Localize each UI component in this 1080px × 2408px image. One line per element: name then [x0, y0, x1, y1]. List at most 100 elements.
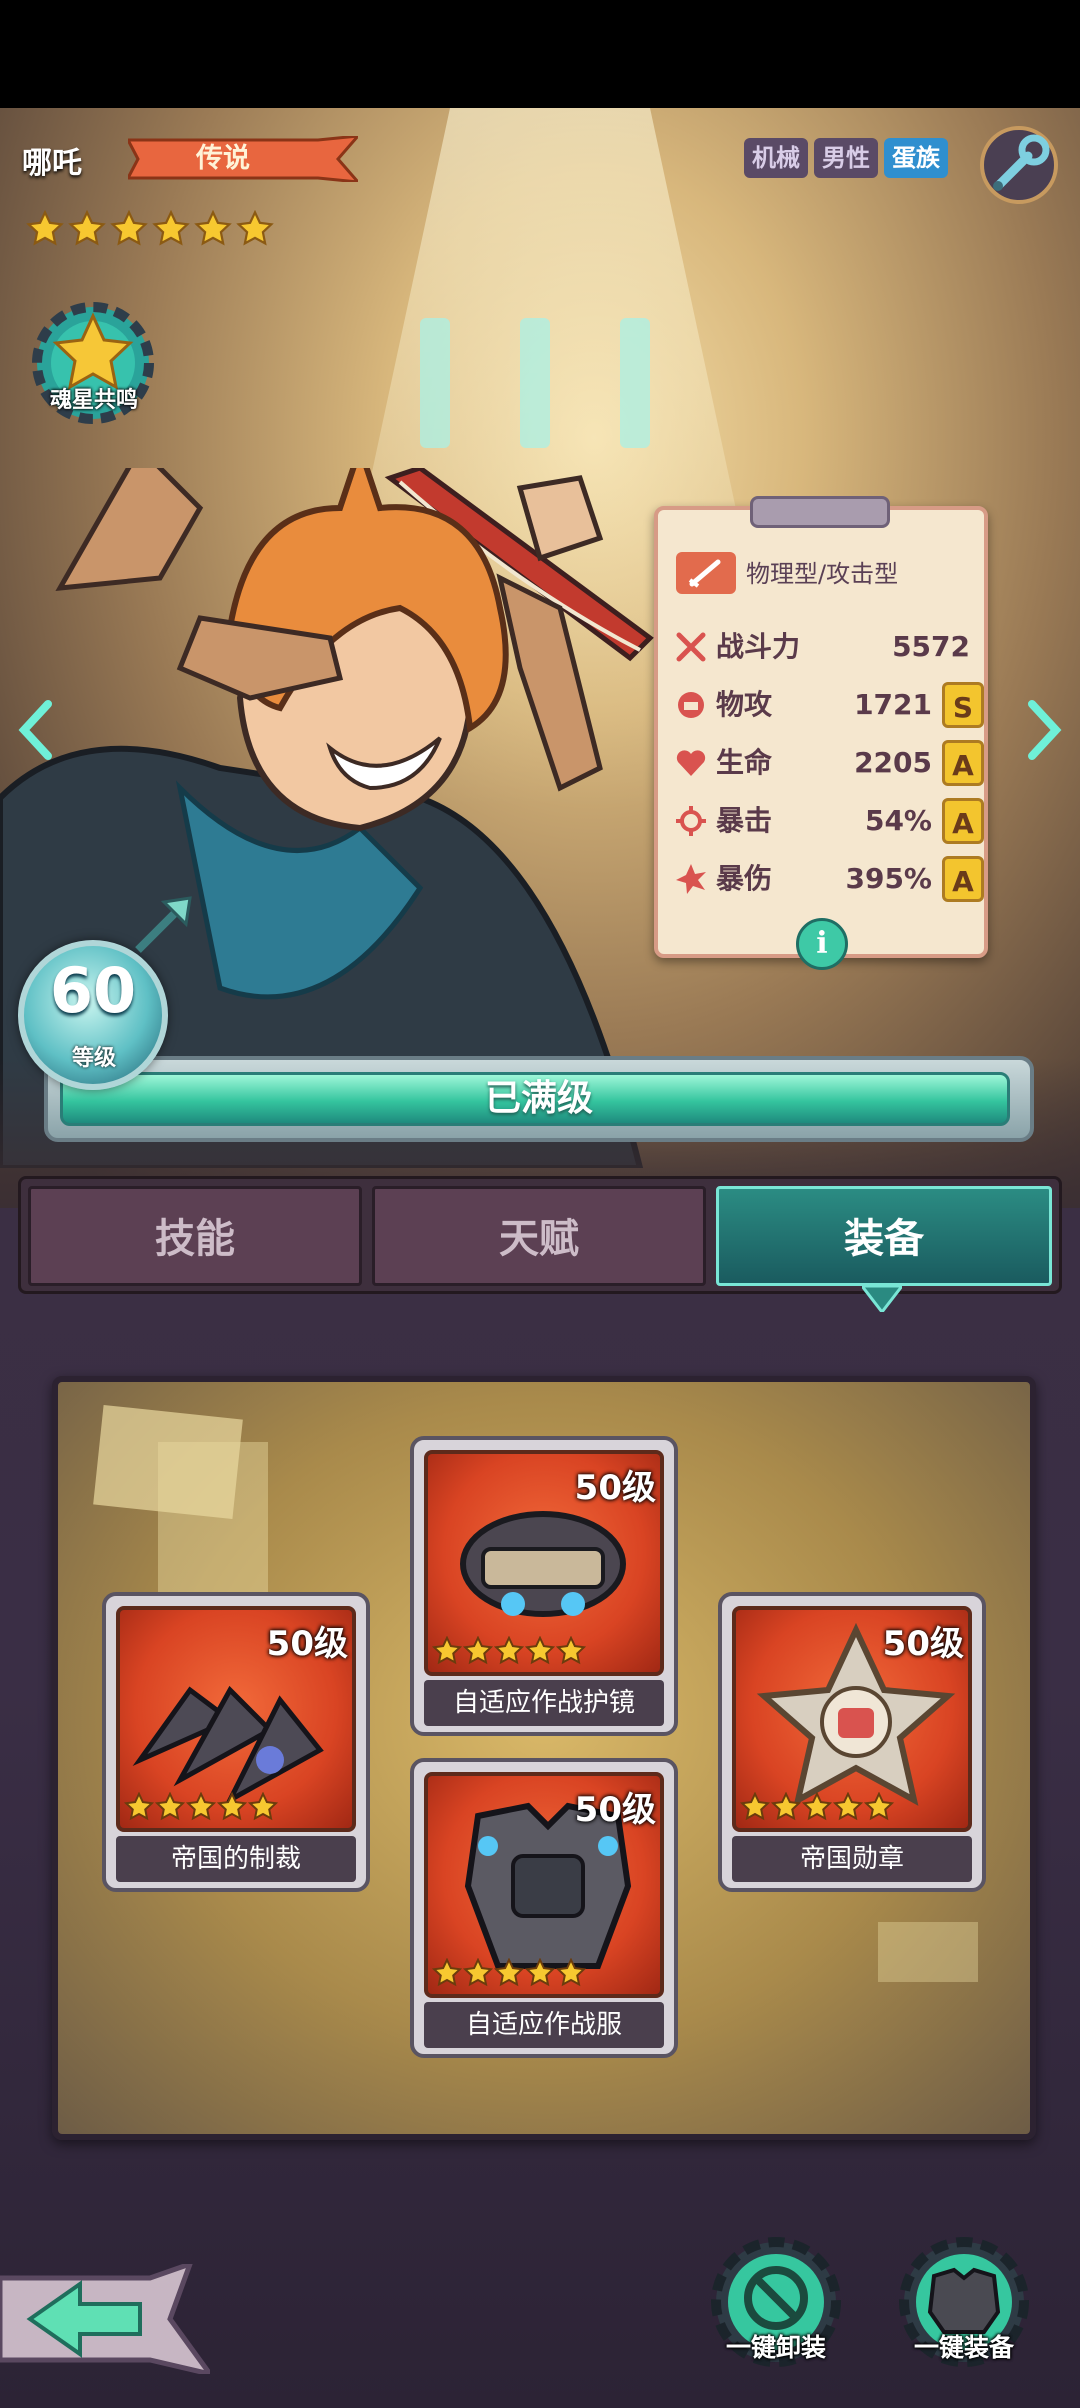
star-icon	[740, 1792, 770, 1821]
star-icon	[124, 1792, 154, 1821]
stat-row-crit: 暴击 54% A	[674, 794, 984, 848]
rarity-banner: 传说	[128, 136, 358, 182]
soul-resonance-label: 魂星共鸣	[49, 388, 138, 413]
star-icon	[494, 1958, 524, 1987]
stat-grade-badge: A	[942, 856, 984, 902]
rarity-label: 传说	[196, 143, 250, 174]
star-icon	[802, 1792, 832, 1821]
tab-equipment[interactable]: 装备	[716, 1186, 1052, 1286]
star-icon	[110, 210, 148, 246]
level-number: 60	[49, 954, 137, 1027]
item-stars	[124, 1792, 278, 1822]
star-icon	[525, 1636, 555, 1665]
info-button[interactable]: i	[796, 918, 848, 970]
star-icon	[432, 1636, 462, 1665]
item-stars	[740, 1792, 894, 1822]
hero-stars	[26, 210, 274, 250]
item-name: 帝国勋章	[732, 1836, 972, 1882]
explosion-icon	[676, 864, 706, 894]
tab-talents[interactable]: 天赋	[372, 1186, 706, 1286]
background-window	[620, 318, 650, 448]
stat-value: 395%	[845, 862, 932, 895]
item-name: 帝国的制裁	[116, 1836, 356, 1882]
equip-all-label: 一键装备	[913, 2333, 1014, 2362]
item-level: 50级	[574, 1468, 656, 1508]
clipboard-clip	[750, 496, 890, 528]
star-icon	[525, 1958, 555, 1987]
unequip-all-label: 一键卸装	[725, 2333, 826, 2362]
tab-skills[interactable]: 技能	[28, 1186, 362, 1286]
item-level: 50级	[882, 1624, 964, 1664]
star-icon	[68, 210, 106, 246]
star-icon	[26, 210, 64, 246]
star-icon	[833, 1792, 863, 1821]
star-icon	[556, 1958, 586, 1987]
wrench-icon	[993, 134, 1050, 191]
item-stars	[432, 1958, 586, 1988]
equip-slot-goggles[interactable]: 50级 自适应作战护镜	[410, 1436, 678, 1736]
hero-type-label: 物理型/攻击型	[746, 560, 899, 588]
stat-value: 2205	[854, 746, 932, 779]
tag-egg-race: 蛋族	[884, 138, 948, 178]
fist-icon	[678, 692, 704, 718]
tag-male: 男性	[814, 138, 878, 178]
stat-value: 1721	[854, 688, 932, 721]
item-stars	[432, 1636, 586, 1666]
stat-card: 物理型/攻击型 战斗力 5572 物攻 1721 S 生命 2205 A 暴击 …	[654, 496, 988, 970]
stat-name: 生命	[716, 746, 773, 779]
next-hero-arrow-icon[interactable]	[1024, 700, 1064, 760]
armor-icon	[927, 2267, 1001, 2334]
hero-type-row: 物理型/攻击型	[676, 548, 976, 598]
equip-slot-medal[interactable]: 50级 帝国勋章	[718, 1592, 986, 1892]
star-icon	[186, 1792, 216, 1821]
stat-row-crit-damage: 暴伤 395% A	[674, 852, 984, 906]
back-button[interactable]	[0, 2264, 210, 2374]
wrench-button[interactable]	[980, 126, 1058, 204]
status-bar	[0, 0, 1080, 108]
star-icon	[463, 1636, 493, 1665]
stat-name: 战斗力	[716, 630, 801, 663]
stat-grade-badge: A	[942, 740, 984, 786]
item-level: 50级	[574, 1790, 656, 1830]
prev-hero-arrow-icon[interactable]	[16, 700, 56, 760]
star-icon	[771, 1792, 801, 1821]
hero-name: 哪吒	[22, 146, 82, 181]
star-icon	[236, 210, 274, 246]
background-window	[420, 318, 450, 448]
equip-slot-weapon[interactable]: 50级 帝国的制裁	[102, 1592, 370, 1892]
star-icon	[248, 1792, 278, 1821]
arrow-up-icon	[135, 896, 192, 953]
equip-slot-armor[interactable]: 50级 自适应作战服	[410, 1758, 678, 2058]
item-level: 50级	[266, 1624, 348, 1664]
tab-pointer-icon	[862, 1286, 902, 1312]
stat-value: 5572	[892, 630, 970, 663]
stat-row-health: 生命 2205 A	[674, 736, 984, 790]
star-icon	[217, 1792, 247, 1821]
item-name: 自适应作战护镜	[424, 1680, 664, 1726]
star-icon	[463, 1958, 493, 1987]
stat-name: 暴伤	[716, 862, 773, 895]
level-label: 等级	[71, 1046, 116, 1071]
star-icon	[152, 210, 190, 246]
hero-tags: 机械 男性 蛋族	[744, 138, 948, 178]
stat-grade-badge: A	[942, 798, 984, 844]
stat-grade-badge: S	[942, 682, 984, 728]
sticky-note	[878, 1922, 978, 1982]
sword-icon	[676, 552, 736, 594]
star-icon	[864, 1792, 894, 1821]
crossed-swords-icon	[676, 632, 706, 662]
star-icon	[494, 1636, 524, 1665]
stat-row-power: 战斗力 5572	[674, 620, 984, 674]
item-name: 自适应作战服	[424, 2002, 664, 2048]
crit-burst-icon	[676, 806, 706, 836]
heart-icon	[676, 750, 706, 776]
background-window	[520, 318, 550, 448]
sticky-note	[158, 1442, 268, 1602]
tag-mechanical: 机械	[744, 138, 808, 178]
stat-name: 暴击	[716, 804, 773, 837]
star-icon	[556, 1636, 586, 1665]
level-bar-text: 已满级	[484, 1078, 593, 1119]
star-icon	[432, 1958, 462, 1987]
star-icon	[155, 1792, 185, 1821]
stat-value: 54%	[864, 804, 932, 837]
